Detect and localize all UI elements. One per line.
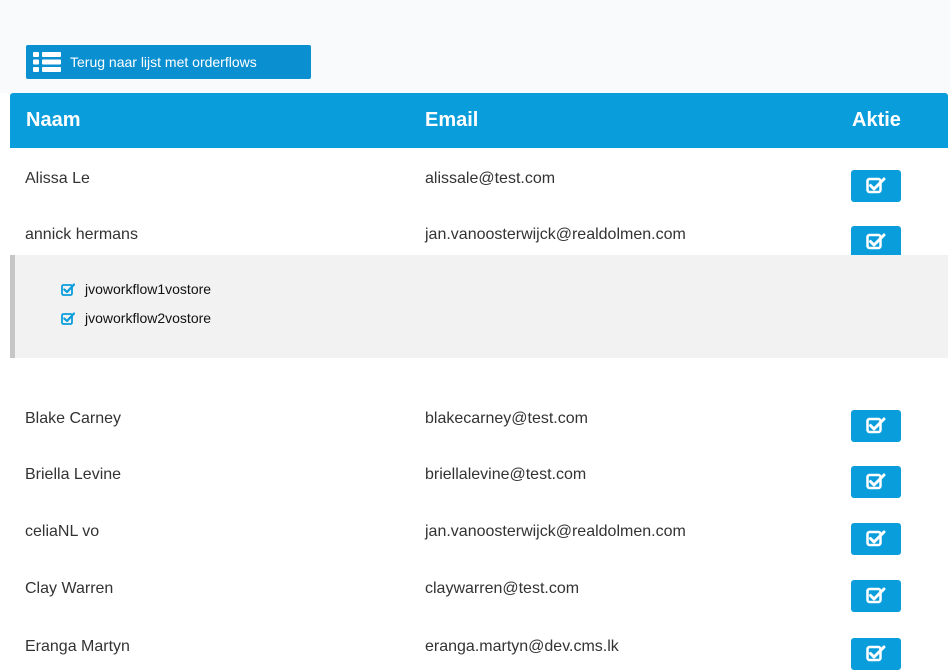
row-email: claywarren@test.com xyxy=(425,580,580,597)
table-row: Alissa Le alissale@test.com xyxy=(10,153,948,203)
edit-button[interactable] xyxy=(851,466,901,498)
check-square-icon xyxy=(866,587,886,604)
edit-button[interactable] xyxy=(851,638,901,670)
table-row: celiaNL vo jan.vanoosterwijck@realdolmen… xyxy=(10,506,948,556)
header-email: Email xyxy=(425,109,479,131)
table-row: Eranga Martyn eranga.martyn@dev.cms.lk xyxy=(10,621,948,671)
table-row: Blake Carney blakecarney@test.com xyxy=(10,393,948,443)
row-name: Alissa Le xyxy=(25,170,90,187)
checked-icon[interactable] xyxy=(61,311,75,325)
row-email: alissale@test.com xyxy=(425,170,556,187)
check-square-icon xyxy=(866,233,886,250)
edit-button[interactable] xyxy=(851,523,901,555)
list-icon xyxy=(30,48,64,76)
edit-button[interactable] xyxy=(851,410,901,442)
check-square-icon xyxy=(866,473,886,490)
check-square-icon xyxy=(866,177,886,194)
workflow-label: jvoworkflow2vostore xyxy=(85,310,212,326)
edit-button[interactable] xyxy=(851,170,901,202)
row-name: celiaNL vo xyxy=(25,523,100,540)
edit-button[interactable] xyxy=(851,580,901,612)
checked-icon[interactable] xyxy=(61,282,75,296)
workflow-label: jvoworkflow1vostore xyxy=(85,281,212,297)
edit-button[interactable] xyxy=(851,226,901,258)
workflow-item: jvoworkflow2vostore xyxy=(61,310,211,326)
back-button-label: Terug naar lijst met orderflows xyxy=(70,54,257,70)
check-square-icon xyxy=(866,645,886,662)
table-header: Naam Email Aktie xyxy=(10,93,948,148)
header-naam: Naam xyxy=(26,109,81,131)
header-aktie: Aktie xyxy=(852,109,901,131)
table-row: Clay Warren claywarren@test.com xyxy=(10,563,948,613)
workflow-item: jvoworkflow1vostore xyxy=(61,281,211,297)
row-email: jan.vanoosterwijck@realdolmen.com xyxy=(425,226,686,243)
row-name: Eranga Martyn xyxy=(25,638,130,655)
row-name: Blake Carney xyxy=(25,410,122,427)
row-name: Clay Warren xyxy=(25,580,114,597)
check-square-icon xyxy=(866,530,886,547)
check-square-icon xyxy=(866,417,886,434)
workflow-detail-panel: jvoworkflow1vostore jvoworkflow2vostore xyxy=(10,255,948,358)
row-name: Briella Levine xyxy=(25,466,122,483)
table-row: Briella Levine briellalevine@test.com xyxy=(10,449,948,499)
row-email: jan.vanoosterwijck@realdolmen.com xyxy=(425,523,686,540)
row-email: briellalevine@test.com xyxy=(425,466,587,483)
row-email: blakecarney@test.com xyxy=(425,410,588,427)
row-name: annick hermans xyxy=(25,226,138,243)
users-table: Naam Email Aktie Alissa Le alissale@test… xyxy=(10,93,948,670)
back-to-orderflows-button[interactable]: Terug naar lijst met orderflows xyxy=(26,45,311,79)
table-row: annick hermans jan.vanoosterwijck@realdo… xyxy=(10,209,948,259)
row-email: eranga.martyn@dev.cms.lk xyxy=(425,638,619,655)
